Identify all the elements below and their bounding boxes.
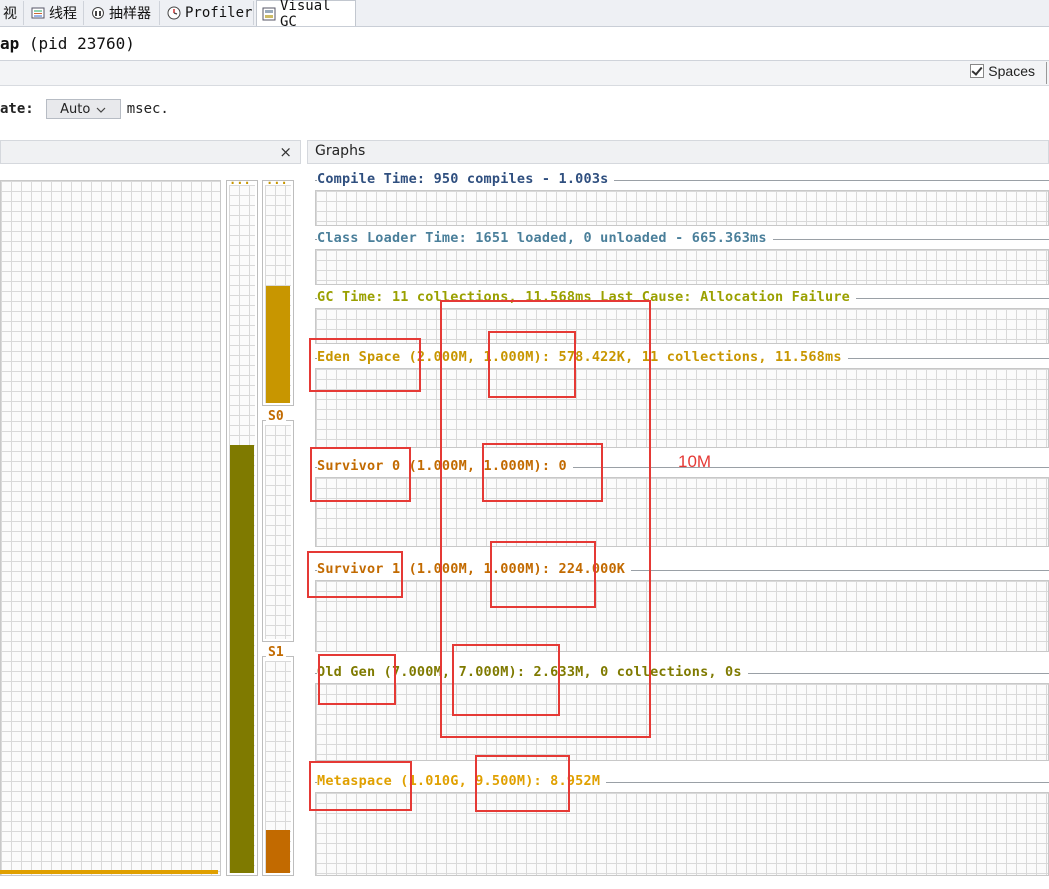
old-gen-fill bbox=[230, 445, 254, 873]
annotation-label: 10M bbox=[678, 452, 712, 471]
annotation-box-survivor1 bbox=[307, 551, 403, 598]
eden-column bbox=[262, 180, 294, 406]
s1-fill bbox=[266, 830, 290, 873]
tab-profiler[interactable]: Profiler bbox=[162, 1, 254, 25]
annotation-box-metaspace-max bbox=[475, 755, 570, 812]
spaces-toggle[interactable]: Spaces bbox=[970, 63, 1035, 79]
old-gen-graph bbox=[315, 683, 1049, 761]
tab-label: 线程 bbox=[49, 6, 77, 22]
survivor-0-graph bbox=[315, 477, 1049, 547]
refresh-rate-row: ate: Auto msec. bbox=[0, 99, 169, 119]
spaces-grid bbox=[0, 180, 221, 876]
s0-column-label: S0 bbox=[266, 409, 286, 424]
survivor-1-graph bbox=[315, 580, 1049, 652]
metaspace-graph bbox=[315, 792, 1049, 876]
tab-threads[interactable]: 线程 bbox=[26, 1, 84, 25]
class-loader-graph bbox=[315, 249, 1049, 285]
annotation-box-survivor0 bbox=[310, 447, 411, 502]
s0-column-grid bbox=[265, 425, 291, 639]
chevron-down-icon bbox=[96, 102, 106, 117]
graphs-panel-header bbox=[307, 140, 1049, 164]
old-gen-column-label: ... bbox=[229, 173, 251, 187]
metaspace-usage-bar bbox=[0, 870, 218, 874]
annotation-box-eden bbox=[309, 338, 421, 392]
s1-column-label: S1 bbox=[266, 645, 286, 660]
tab-sampler[interactable]: 抽样器 bbox=[86, 1, 160, 25]
profiler-icon bbox=[167, 6, 181, 20]
toolbar-separator bbox=[1046, 62, 1047, 84]
title-app: ap bbox=[0, 34, 20, 53]
old-gen-column bbox=[226, 180, 258, 876]
tab-monitor[interactable]: 视 bbox=[0, 1, 24, 25]
title-pid: (pid 23760) bbox=[19, 34, 135, 53]
spaces-label: Spaces bbox=[988, 63, 1035, 79]
spaces-checkbox[interactable] bbox=[970, 64, 985, 78]
refresh-rate-unit: msec. bbox=[126, 101, 169, 117]
eden-space-graph bbox=[315, 368, 1049, 448]
tab-label: 抽样器 bbox=[109, 6, 151, 22]
s1-column bbox=[262, 656, 294, 876]
page-title: ap (pid 23760) bbox=[0, 34, 135, 53]
compile-time-label: Compile Time: 950 compiles - 1.003s bbox=[317, 171, 615, 187]
annotation-box-old-gen-max bbox=[452, 644, 560, 716]
spaces-panel-header: × bbox=[0, 140, 301, 164]
refresh-rate-label: ate: bbox=[0, 101, 34, 117]
annotation-box-metaspace bbox=[309, 761, 412, 811]
tab-label: Visual GC bbox=[280, 0, 331, 30]
eden-column-label: ... bbox=[266, 173, 288, 187]
options-toolbar bbox=[0, 61, 1049, 86]
class-loader-label: Class Loader Time: 1651 loaded, 0 unload… bbox=[317, 230, 773, 246]
annotation-box-eden-max bbox=[488, 331, 576, 398]
gc-time-graph bbox=[315, 308, 1049, 344]
annotation-box-survivor1-max bbox=[490, 541, 596, 608]
annotation-box-old-gen bbox=[318, 654, 396, 705]
refresh-rate-value: Auto bbox=[60, 101, 91, 117]
tab-label: 视 bbox=[3, 6, 17, 22]
close-icon[interactable]: × bbox=[279, 143, 292, 161]
sampler-icon bbox=[91, 6, 105, 20]
tab-visual-gc[interactable]: Visual GC bbox=[256, 0, 356, 30]
visualgc-icon bbox=[262, 7, 276, 21]
tab-label: Profiler bbox=[185, 5, 253, 21]
s0-column bbox=[262, 420, 294, 642]
annotation-box-survivor0-max bbox=[482, 443, 603, 502]
tab-bar: 视 线程 抽样器 Profiler Visual GC bbox=[0, 0, 1049, 30]
eden-fill bbox=[266, 286, 290, 403]
compile-time-graph bbox=[315, 190, 1049, 226]
graphs-panel-title: Graphs bbox=[315, 143, 366, 159]
threads-icon bbox=[31, 6, 45, 20]
refresh-rate-select[interactable]: Auto bbox=[45, 99, 121, 119]
